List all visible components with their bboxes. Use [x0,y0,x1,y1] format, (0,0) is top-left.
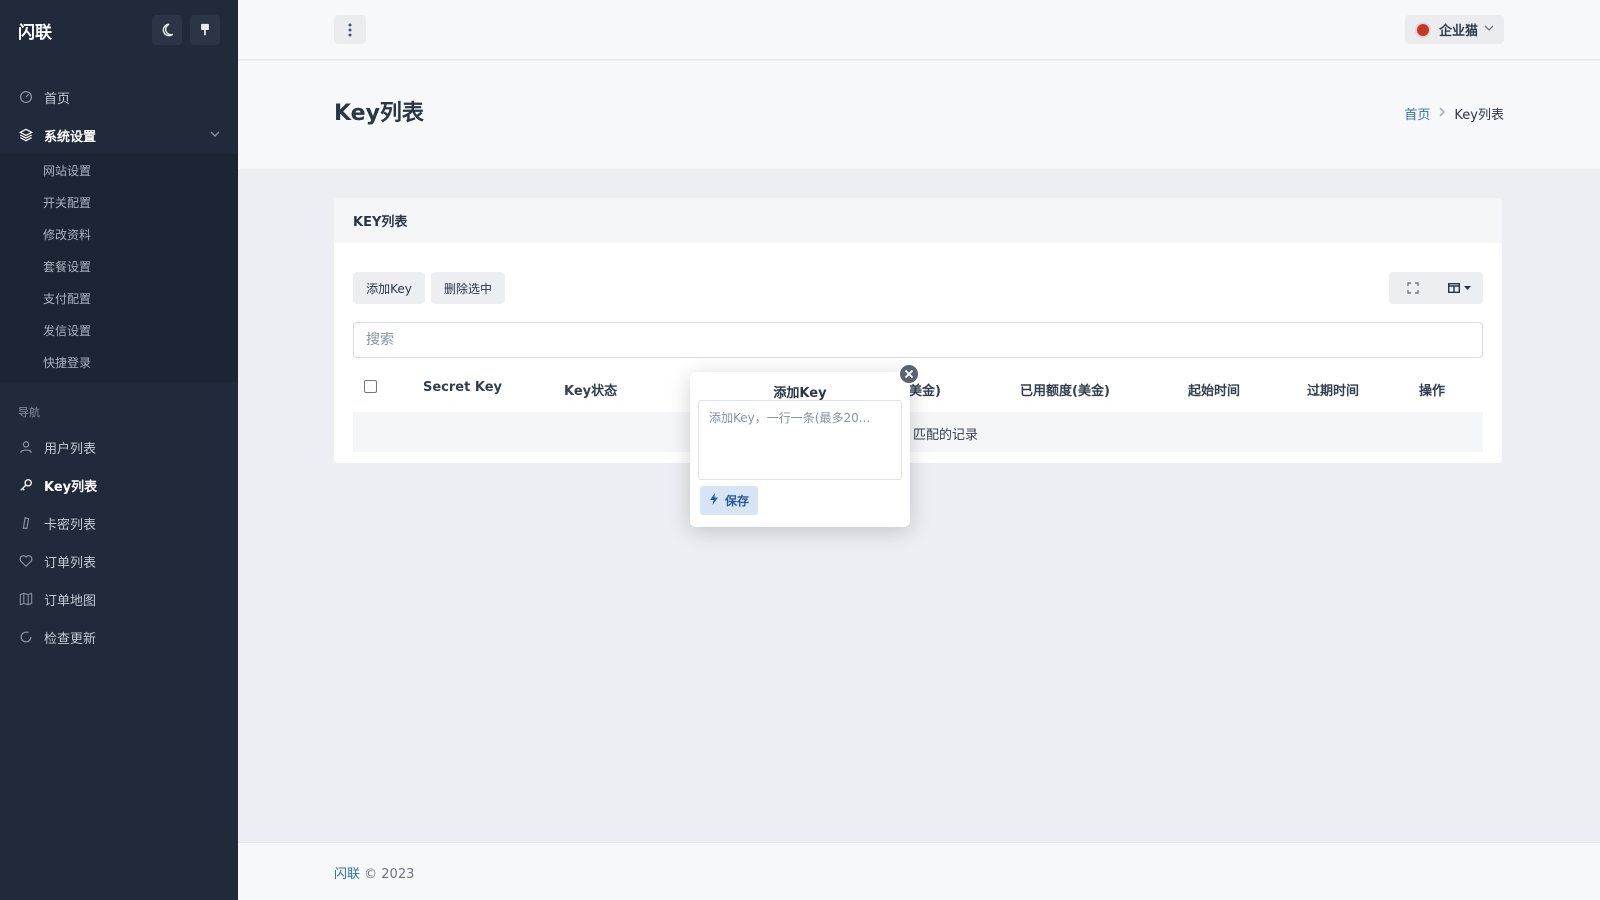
sidebar-subitem-mail-settings[interactable]: 发信设置 [0,314,238,346]
column-header-expire-time[interactable]: 过期时间 [1307,380,1359,399]
dark-mode-toggle[interactable] [152,15,182,45]
sidebar-item-keys[interactable]: Key列表 [0,466,238,504]
sidebar-subitem-site-settings[interactable]: 网站设置 [0,154,238,186]
layers-icon [18,127,34,143]
sidebar: 闪联 首页 系统设置 网站设置 开关配置 修改资料 套餐设置 支付配置 发信设置… [0,0,238,900]
sidebar-item-label: 订单列表 [44,555,97,571]
user-name: 企业猫 [1438,24,1478,39]
sidebar-subitem-switch-config[interactable]: 开关配置 [0,186,238,218]
add-key-button[interactable]: 添加Key [353,272,425,304]
system-settings-submenu: 网站设置 开关配置 修改资料 套餐设置 支付配置 发信设置 快捷登录 [0,154,238,382]
column-header-start-time[interactable]: 起始时间 [1188,380,1240,399]
sidebar-header: 闪联 [0,0,238,60]
more-vertical-icon [348,23,352,36]
sidebar-item-label: 订单地图 [44,593,97,609]
breadcrumb-current: Key列表 [1454,108,1504,123]
column-header-used-quota[interactable]: 已用额度(美金) [1020,380,1110,399]
fullscreen-icon [1406,282,1419,294]
sidebar-subitem-edit-profile[interactable]: 修改资料 [0,218,238,250]
modal-title: 添加Key [773,386,827,401]
save-button[interactable]: 保存 [700,486,759,515]
sidebar-item-label: 系统设置 [44,129,97,145]
sidebar-item-label: Key列表 [44,479,98,495]
search-input[interactable] [353,322,1483,358]
chevron-down-icon [1484,23,1494,36]
column-header-actions: 操作 [1419,384,1446,399]
avatar [1414,21,1431,38]
table-tools [1389,272,1483,304]
dashboard-icon [18,89,34,105]
columns-icon [1448,283,1460,293]
sidebar-item-order-map[interactable]: 订单地图 [0,580,238,618]
chevron-down-icon [210,128,220,143]
key-list-card: KEY列表 添加Key 删除选中 Secret Key Key状态 (美金) 已… [334,198,1502,463]
sidebar-item-home[interactable]: 首页 [0,78,238,116]
add-key-modal: 添加Key 保存 [690,363,920,527]
sidebar-item-label: 检查更新 [44,631,97,647]
moon-icon [162,23,174,37]
columns-toggle-button[interactable] [1436,272,1483,304]
save-button-label: 保存 [725,494,750,508]
breadcrumb-home-link[interactable]: 首页 [1404,104,1430,123]
sidebar-item-label: 用户列表 [44,441,97,457]
heart-icon [18,553,34,569]
sidebar-subitem-quick-login[interactable]: 快捷登录 [0,346,238,378]
footer-text: 闪联 © 2023 [334,863,414,882]
column-header-key-status[interactable]: Key状态 [564,380,617,399]
select-all-checkbox[interactable] [364,380,377,393]
column-header-secret-key[interactable]: Secret Key [423,380,502,395]
caret-down-icon [1464,285,1471,290]
key-input-textarea[interactable] [698,400,902,480]
user-menu[interactable]: 企业猫 [1404,15,1504,44]
sidebar-subitem-payment-config[interactable]: 支付配置 [0,282,238,314]
delete-selected-button[interactable]: 删除选中 [431,272,505,304]
sidebar-item-users[interactable]: 用户列表 [0,428,238,466]
card-title: KEY列表 [334,198,1502,243]
card-icon [18,515,34,531]
page-header: Key列表 首页 Key列表 [238,61,1600,169]
footer: 闪联 © 2023 [238,842,1600,900]
footer-brand-link[interactable]: 闪联 [334,867,360,882]
sidebar-item-system-settings[interactable]: 系统设置 [0,116,238,154]
sidebar-item-check-update[interactable]: 检查更新 [0,618,238,656]
page-title: Key列表 [334,101,424,126]
sidebar-item-label: 首页 [44,91,71,107]
empty-message: 匹配的记录 [913,428,979,443]
footer-copyright: © 2023 [364,867,415,882]
sidebar-subitem-plan-settings[interactable]: 套餐设置 [0,250,238,282]
close-button[interactable] [898,363,920,385]
pin-icon [201,23,209,36]
bolt-icon [709,493,719,508]
update-icon [18,629,34,645]
fullscreen-button[interactable] [1389,272,1436,304]
sidebar-item-orders[interactable]: 订单列表 [0,542,238,580]
table-empty-row: 匹配的记录 [353,412,1483,452]
user-icon [18,439,34,455]
more-menu-button[interactable] [334,15,366,44]
chevron-right-icon [1438,106,1446,121]
pin-sidebar-button[interactable] [190,15,220,45]
sidebar-menu: 首页 系统设置 网站设置 开关配置 修改资料 套餐设置 支付配置 发信设置 快捷… [0,78,238,656]
key-icon [18,477,34,493]
breadcrumb: 首页 Key列表 [1404,104,1504,123]
sidebar-section-label: 导航 [18,406,40,419]
sidebar-item-label: 卡密列表 [44,517,97,533]
map-icon [18,591,34,607]
close-icon [904,369,914,379]
sidebar-item-cards[interactable]: 卡密列表 [0,504,238,542]
app-title: 闪联 [18,22,52,43]
topbar: 企业猫 [238,0,1600,60]
